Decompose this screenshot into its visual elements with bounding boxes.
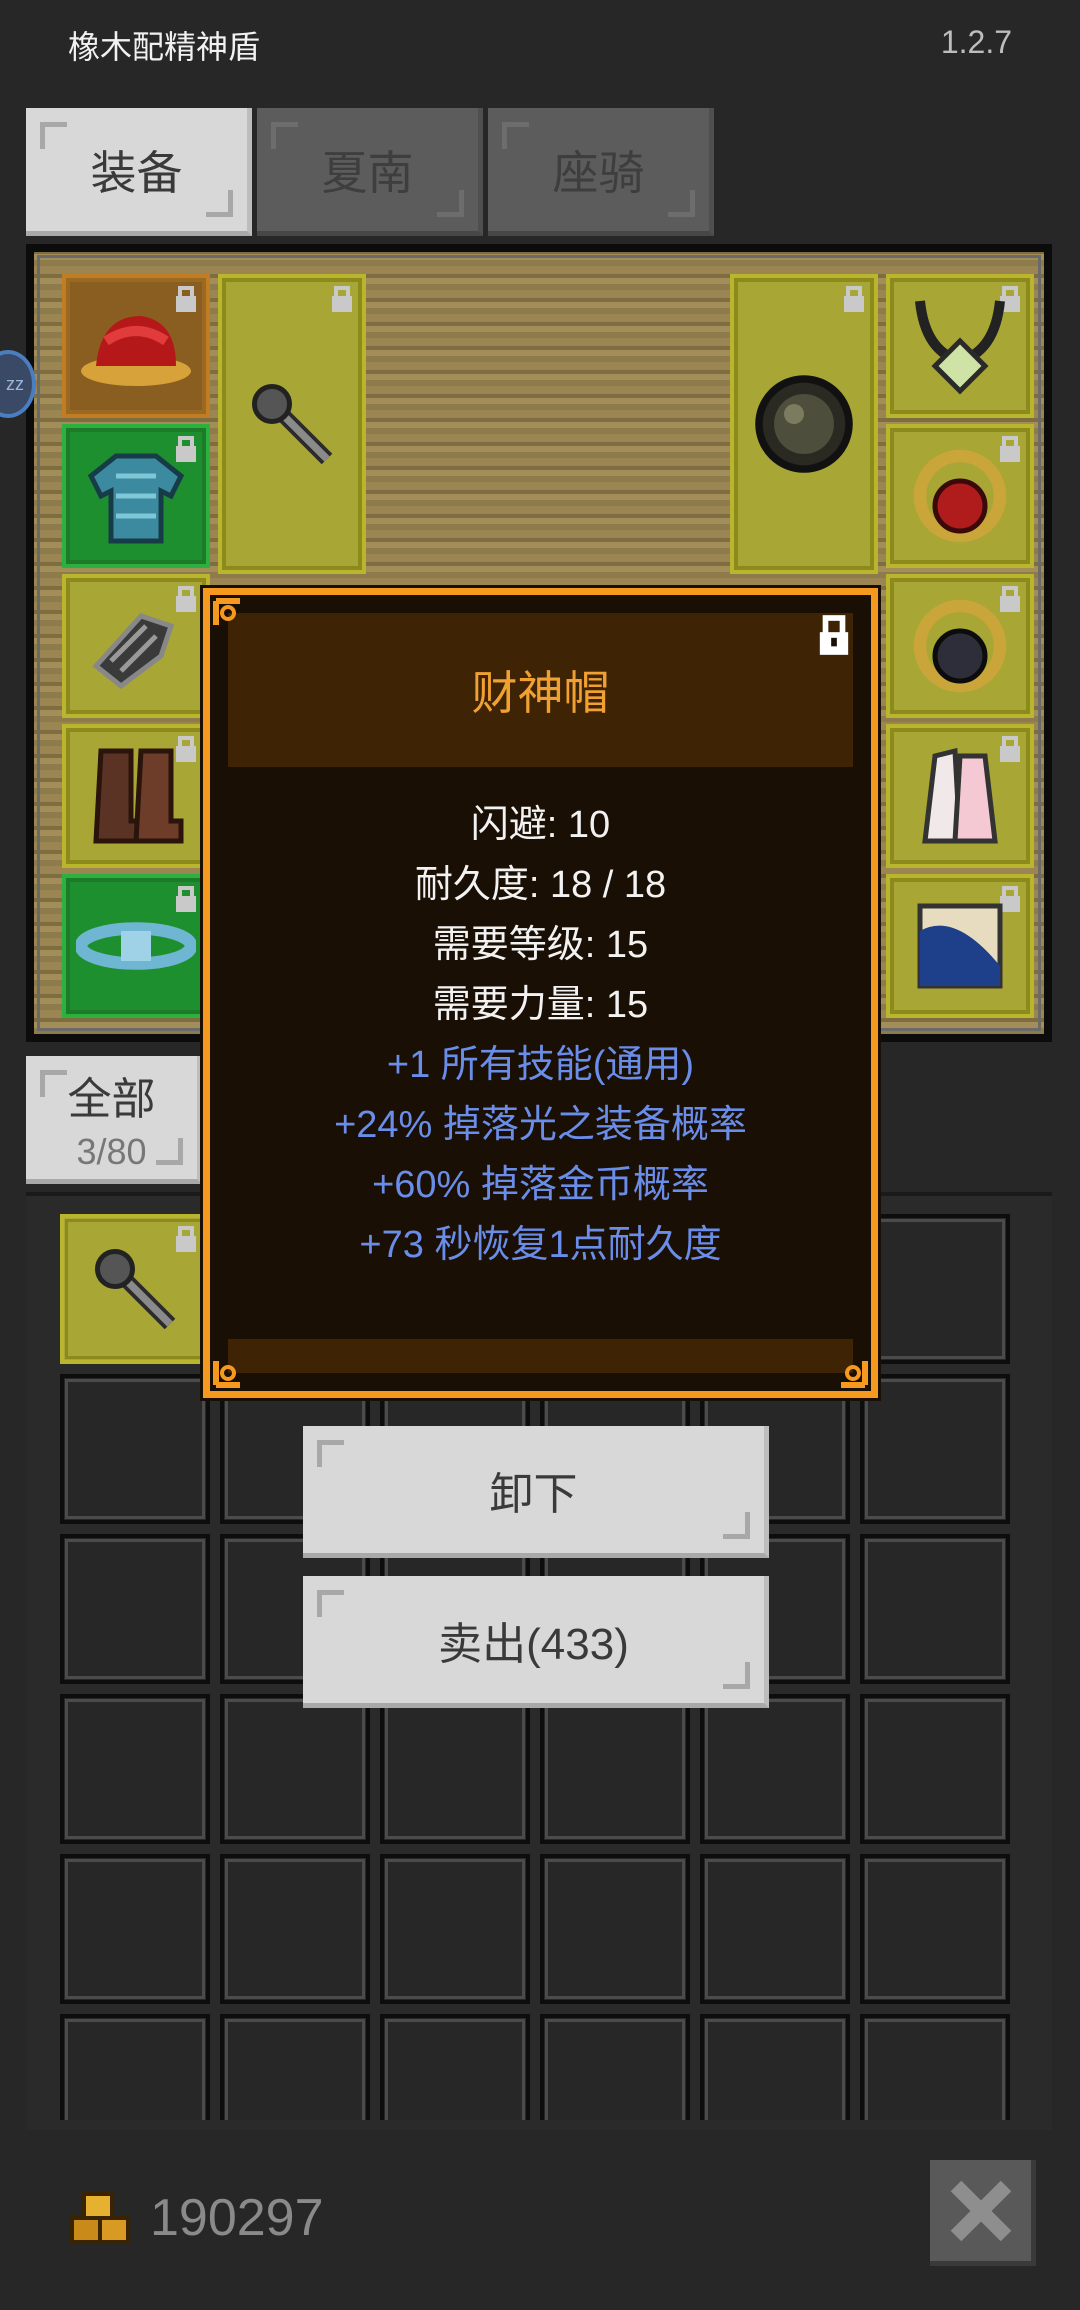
gauntlet-icon xyxy=(92,613,175,690)
inventory-slot[interactable] xyxy=(860,1374,1010,1524)
equip-slot-head[interactable] xyxy=(62,274,210,418)
inventory-slot[interactable] xyxy=(540,1854,690,2004)
tab-xianan[interactable]: 夏南 xyxy=(257,108,483,236)
inventory-count: 3/80 xyxy=(76,1130,147,1172)
inventory-slot[interactable] xyxy=(860,1854,1010,2004)
ornament-corner-icon xyxy=(841,1361,868,1388)
tooltip-footer xyxy=(228,1339,853,1373)
inventory-slot[interactable] xyxy=(60,1854,210,2004)
inventory-slot-filled[interactable] xyxy=(60,1214,210,1364)
filter-label: 全部 xyxy=(67,1074,156,1124)
boots-icon xyxy=(93,748,184,844)
equip-slot-weapon[interactable] xyxy=(218,274,366,574)
inventory-slot[interactable] xyxy=(380,1694,530,1844)
ornament-corner-icon xyxy=(213,598,240,625)
app-title: 橡木配精神盾 xyxy=(68,29,261,65)
inventory-slot[interactable] xyxy=(380,2014,530,2120)
onyx-ring-icon xyxy=(913,599,1007,693)
tab-label: 夏南 xyxy=(321,146,414,199)
unequip-button[interactable]: 卸下 xyxy=(303,1426,769,1558)
equip-slot-scroll[interactable] xyxy=(886,874,1034,1018)
sell-label: 卖出(433) xyxy=(438,1619,629,1669)
equip-slot-ring-2[interactable] xyxy=(886,574,1034,718)
equip-slot-belt[interactable] xyxy=(62,874,210,1018)
item-affix: +1 所有技能(通用) xyxy=(386,1044,695,1086)
tab-equipment[interactable]: 装备 xyxy=(26,108,252,236)
equip-slot-ring-1[interactable] xyxy=(886,424,1034,568)
inventory-slot[interactable] xyxy=(60,2014,210,2120)
close-icon xyxy=(950,2180,1011,2241)
equip-slot-charm[interactable] xyxy=(886,724,1034,868)
gold-amount: 190297 xyxy=(150,2189,324,2247)
inventory-slot[interactable] xyxy=(220,1694,370,1844)
item-affix: +60% 掉落金币概率 xyxy=(372,1164,709,1206)
tab-label: 座骑 xyxy=(552,146,645,199)
amulet-icon xyxy=(915,300,1005,395)
equip-slot-armor[interactable] xyxy=(62,424,210,568)
item-stat: 需要力量: 15 xyxy=(432,984,649,1026)
item-stat: 闪避: 10 xyxy=(470,804,611,846)
tab-mount[interactable]: 座骑 xyxy=(488,108,714,236)
red-hat-icon xyxy=(81,316,191,386)
item-stat: 需要等级: 15 xyxy=(432,924,649,966)
inventory-slot[interactable] xyxy=(540,1694,690,1844)
inventory-slot[interactable] xyxy=(60,1374,210,1524)
inventory-slot[interactable] xyxy=(60,1534,210,1684)
inventory-slot[interactable] xyxy=(700,2014,850,2120)
inventory-slot[interactable] xyxy=(860,1214,1010,1364)
gold-coins-icon xyxy=(70,2192,130,2244)
mace-icon xyxy=(95,1249,176,1330)
inventory-slot[interactable] xyxy=(380,1854,530,2004)
inventory-slot[interactable] xyxy=(860,2014,1010,2120)
mace-icon xyxy=(252,384,333,465)
lock-icon[interactable] xyxy=(817,615,851,655)
inventory-slot[interactable] xyxy=(860,1694,1010,1844)
item-affix: +24% 掉落光之装备概率 xyxy=(334,1104,747,1146)
round-shield-icon xyxy=(755,375,853,473)
item-name: 财神帽 xyxy=(471,667,610,719)
item-affix: +73 秒恢复1点耐久度 xyxy=(359,1224,722,1266)
ruby-ring-icon xyxy=(913,449,1007,543)
inventory-slot[interactable] xyxy=(700,1854,850,2004)
chainmail-icon xyxy=(87,453,185,544)
inventory-filter-button[interactable]: 全部 3/80 xyxy=(26,1056,202,1184)
equip-slot-gloves[interactable] xyxy=(62,574,210,718)
inventory-slot[interactable] xyxy=(540,2014,690,2120)
tab-label: 装备 xyxy=(90,146,183,199)
item-stat: 耐久度: 18 / 18 xyxy=(414,864,667,906)
equip-slot-amulet[interactable] xyxy=(886,274,1034,418)
item-tooltip: 财神帽 闪避: 10 耐久度: 18 / 18 需要等级: 15 需要力量: 1… xyxy=(203,588,878,1398)
lock-icon xyxy=(176,886,196,912)
unequip-label: 卸下 xyxy=(489,1469,578,1519)
inventory-slot[interactable] xyxy=(220,1854,370,2004)
inventory-slot[interactable] xyxy=(860,1534,1010,1684)
equip-slot-offhand[interactable] xyxy=(730,274,878,574)
lock-icon xyxy=(844,286,864,312)
inventory-slot[interactable] xyxy=(220,2014,370,2120)
belt-icon xyxy=(76,922,196,970)
equip-slot-boots[interactable] xyxy=(62,724,210,868)
inventory-slot[interactable] xyxy=(700,1694,850,1844)
inventory-slot[interactable] xyxy=(60,1694,210,1844)
version-label: 1.2.7 xyxy=(940,24,1012,60)
lock-icon xyxy=(332,286,352,312)
close-button[interactable] xyxy=(930,2160,1036,2266)
scroll-icon xyxy=(917,903,1003,989)
side-badge-label: zz xyxy=(6,373,24,394)
sell-button[interactable]: 卖出(433) xyxy=(303,1576,769,1708)
feather-charm-icon xyxy=(922,747,998,844)
ornament-corner-icon xyxy=(213,1361,240,1388)
